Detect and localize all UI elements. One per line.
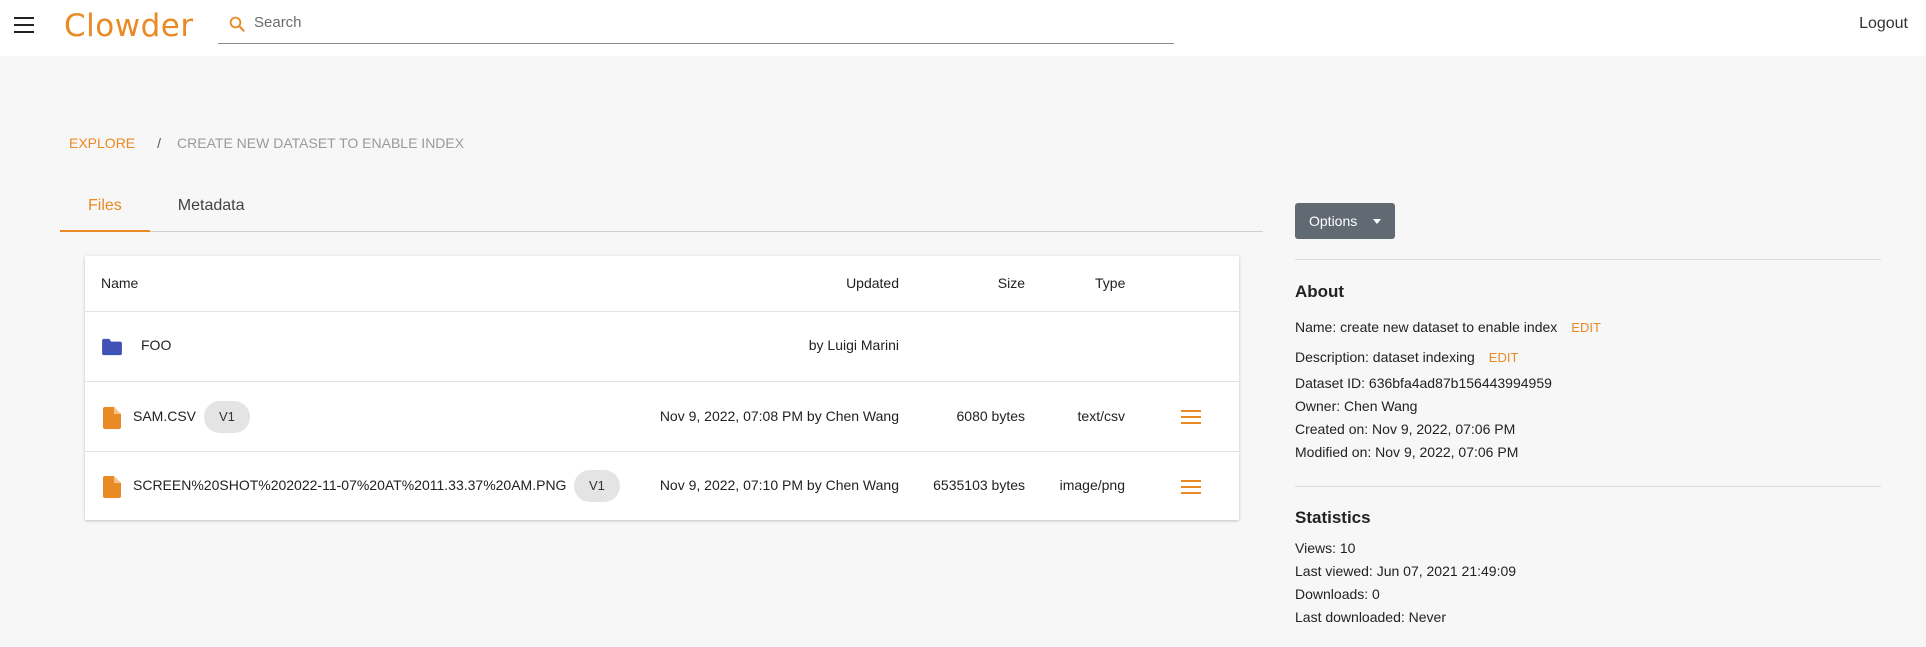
row-type: image/png [1059,477,1125,493]
options-label: Options [1309,213,1358,229]
file-name-link[interactable]: SAM.CSV [133,408,196,424]
folder-icon [102,338,122,356]
breadcrumb: Explore / create new dataset to enable i… [69,135,464,151]
row-updated: Nov 9, 2022, 07:08 PM by Chen Wang [659,408,899,424]
dataset-owner: Owner: Chen Wang [1295,398,1418,414]
top-app-bar: Clowder Logout [0,0,1926,56]
table-row[interactable]: SAM.CSV V1 Nov 9, 2022, 07:08 PM by Chen… [85,382,1239,452]
about-name-text: Name: create new dataset to enable index [1295,319,1558,335]
row-menu-icon[interactable] [1181,410,1201,424]
hamburger-menu-icon[interactable] [14,17,34,33]
table-header-row: Name Updated Size Type [85,256,1239,312]
about-description: Description: dataset indexing EDIT [1295,349,1518,365]
row-size: 6535103 bytes [933,477,1025,493]
caret-down-icon [1373,219,1381,224]
dataset-created: Created on: Nov 9, 2022, 07:06 PM [1295,421,1516,437]
search-icon [229,16,245,32]
row-type: text/csv [1077,408,1125,424]
edit-description-button[interactable]: EDIT [1489,350,1519,365]
stat-downloads: Downloads: 0 [1295,586,1380,602]
breadcrumb-explore-link[interactable]: Explore [69,135,135,151]
breadcrumb-current: create new dataset to enable index [177,135,465,151]
stat-last-downloaded: Last downloaded: Never [1295,609,1446,625]
about-name: Name: create new dataset to enable index… [1295,319,1601,335]
table-row[interactable]: FOO by Luigi Marini [85,312,1239,382]
column-header-size: Size [997,275,1025,291]
about-heading: About [1295,282,1345,301]
table-row[interactable]: SCREEN%20SHOT%202022-11-07%20AT%2011.33.… [85,452,1239,520]
tab-files[interactable]: Files [60,186,150,232]
about-description-text: Description: dataset indexing [1295,349,1475,365]
version-badge: V1 [204,401,250,433]
row-size: 6080 bytes [956,408,1026,424]
dataset-modified: Modified on: Nov 9, 2022, 07:06 PM [1295,444,1519,460]
row-menu-icon[interactable] [1181,480,1201,494]
file-icon [103,407,121,429]
files-table: Name Updated Size Type FOO by Luigi Mari… [85,256,1239,520]
options-button[interactable]: Options [1295,203,1395,239]
file-icon [103,476,121,498]
dataset-tabs: Files Metadata [60,186,1263,232]
tab-metadata[interactable]: Metadata [150,186,273,232]
file-name-link[interactable]: SCREEN%20SHOT%202022-11-07%20AT%2011.33.… [133,477,566,493]
sidebar-divider [1295,486,1881,487]
stat-views: Views: 10 [1295,540,1356,556]
column-header-updated: Updated [846,275,899,291]
row-updated: Nov 9, 2022, 07:10 PM by Chen Wang [659,477,899,493]
column-header-name: Name [101,275,139,291]
folder-name-link[interactable]: FOO [141,337,171,353]
edit-name-button[interactable]: EDIT [1571,320,1601,335]
breadcrumb-separator: / [157,135,162,151]
logo-text: Clowder [64,8,194,44]
sidebar-divider [1295,259,1881,260]
row-updated: by Luigi Marini [808,337,899,353]
version-badge: V1 [574,470,620,502]
clowder-logo[interactable]: Clowder [64,8,194,44]
search-bar [218,6,1174,44]
logout-button[interactable]: Logout [1859,15,1908,33]
stat-last-viewed: Last viewed: Jun 07, 2021 21:49:09 [1295,563,1517,579]
column-header-type: Type [1095,275,1126,291]
statistics-heading: Statistics [1295,508,1371,527]
dataset-id: Dataset ID: 636bfa4ad87b156443994959 [1295,375,1552,391]
search-input[interactable] [254,10,1154,34]
